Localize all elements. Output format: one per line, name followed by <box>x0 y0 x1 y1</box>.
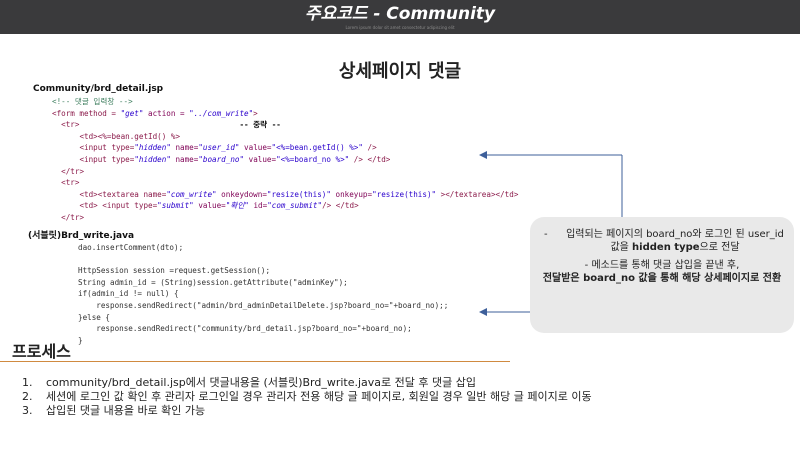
callout-bubble: - 입력되는 페이지의 board_no와 로그인 된 user_id 값을 h… <box>530 217 794 333</box>
list-item: 2. 세션에 로그인 값 확인 후 관리자 로그인일 경우 관리자 전용 해당 … <box>22 390 592 403</box>
process-divider <box>0 361 510 362</box>
list-item: 3. 삽입된 댓글 내용을 바로 확인 가능 <box>22 404 206 417</box>
process-steps: 1. community/brd_detail.jsp에서 댓글내용을 (서블릿… <box>22 376 736 418</box>
callout-line-1: 입력되는 페이지의 board_no와 로그인 된 user_id 값을 hid… <box>566 229 784 253</box>
callout-bullet: - <box>544 229 548 240</box>
callout-line-2: - 메소드를 통해 댓글 삽입을 끝낸 후, 전달받은 board_no 값을 … <box>542 260 782 284</box>
process-title: 프로세스 <box>12 342 71 361</box>
list-item: 1. community/brd_detail.jsp에서 댓글내용을 (서블릿… <box>22 376 476 389</box>
